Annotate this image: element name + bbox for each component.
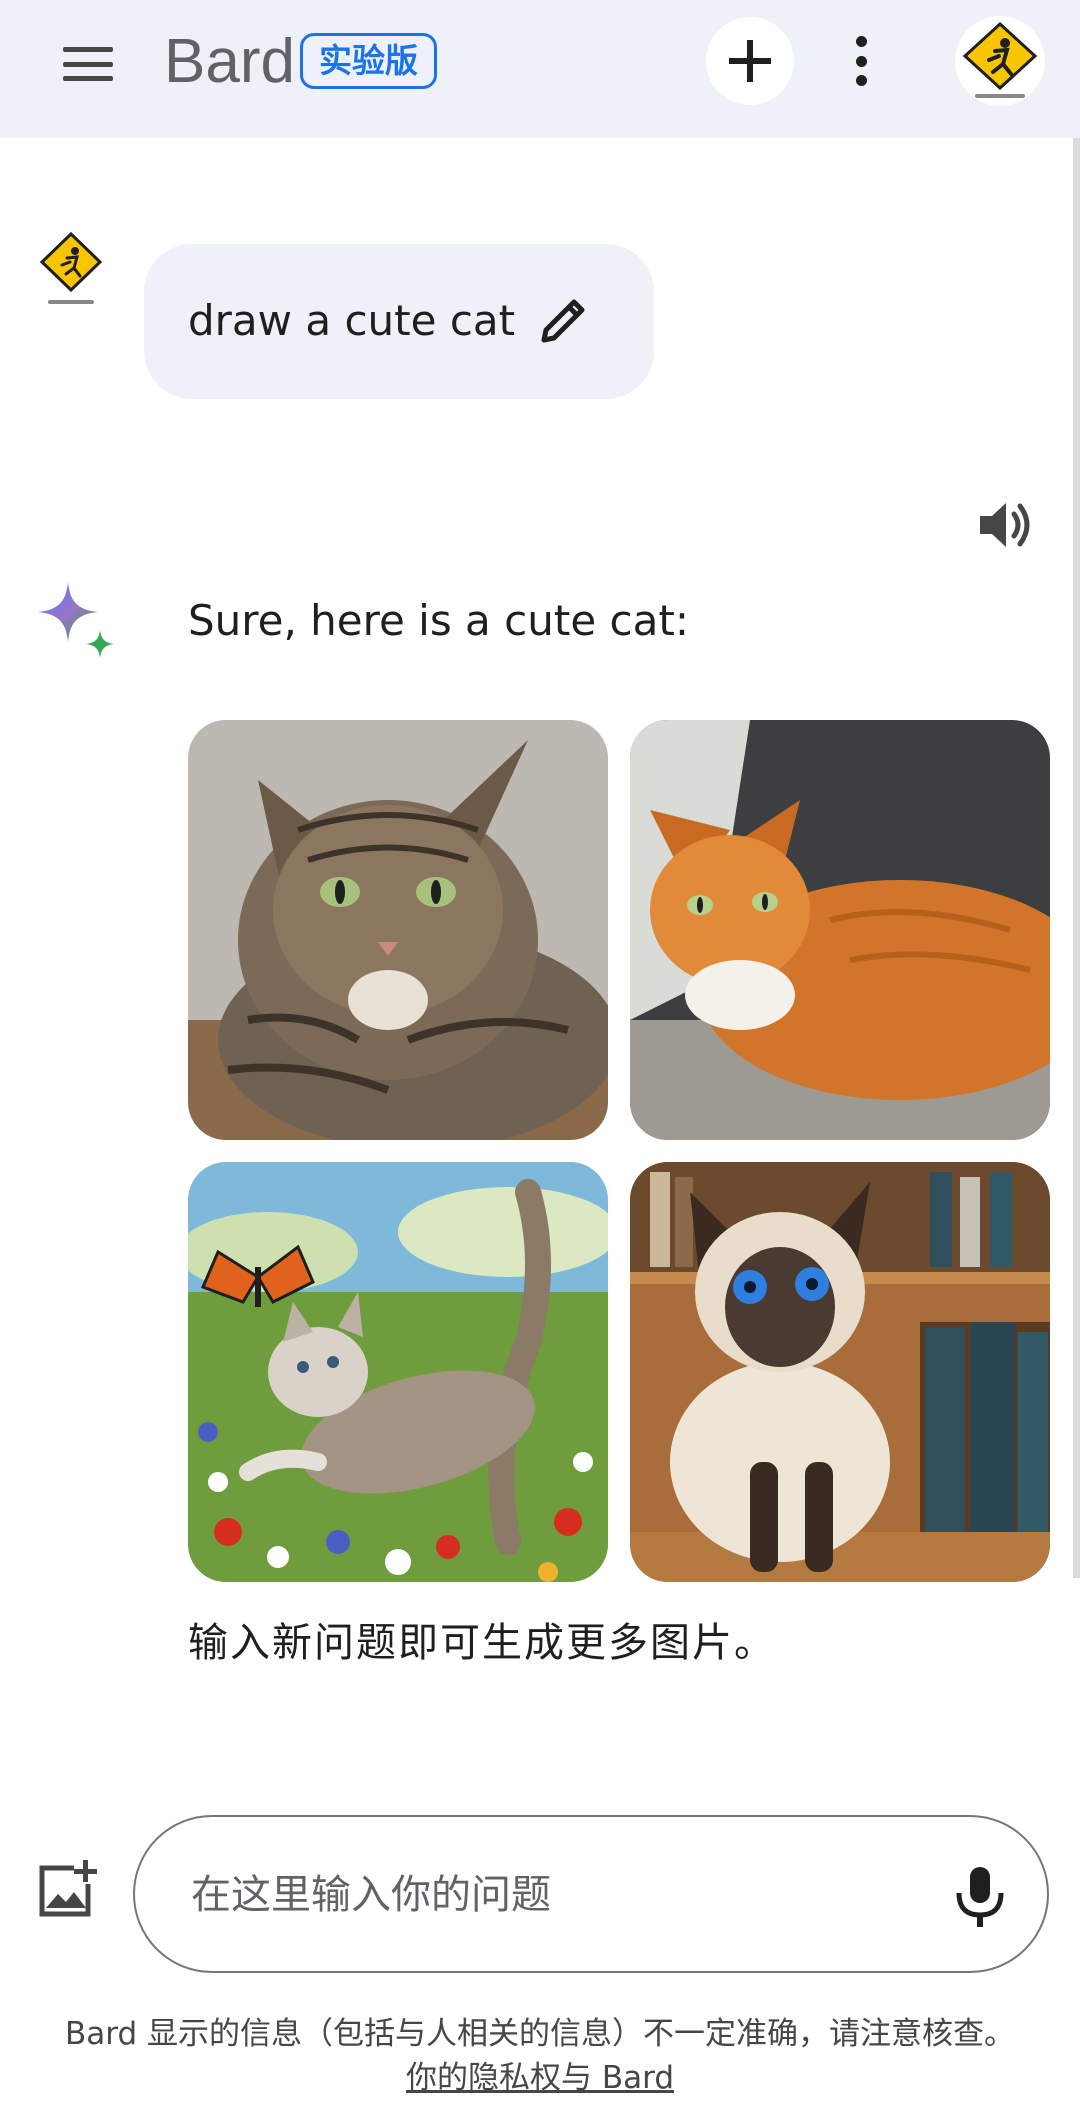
menu-button[interactable] bbox=[52, 28, 124, 100]
disclaimer-text: Bard 显示的信息（包括与人相关的信息）不一定准确，请注意核查。 bbox=[65, 2016, 1015, 2052]
followup-hint: 输入新问题即可生成更多图片。 bbox=[188, 1620, 776, 1666]
generated-image-painted-kitten[interactable] bbox=[188, 1162, 608, 1582]
read-aloud-button[interactable] bbox=[974, 494, 1036, 556]
account-avatar[interactable] bbox=[955, 16, 1045, 106]
prompt-input[interactable] bbox=[191, 1857, 871, 1933]
avatar-logo-icon bbox=[962, 21, 1038, 98]
top-app-bar: Bard 实验版 bbox=[0, 0, 1080, 138]
hamburger-menu-icon bbox=[63, 47, 113, 81]
generated-image-siamese-cat[interactable] bbox=[630, 1162, 1050, 1582]
prompt-input-container bbox=[133, 1815, 1049, 1973]
plus-icon bbox=[729, 40, 771, 82]
add-photo-icon bbox=[39, 1860, 97, 1917]
more-vert-icon bbox=[855, 36, 867, 47]
user-avatar bbox=[36, 230, 106, 310]
response-text: Sure, here is a cute cat: bbox=[188, 596, 689, 645]
add-image-button[interactable] bbox=[34, 1858, 100, 1924]
more-options-button[interactable] bbox=[836, 30, 886, 92]
edit-prompt-button[interactable] bbox=[534, 290, 594, 350]
app-title: Bard bbox=[164, 27, 295, 96]
generated-image-tabby-cat[interactable] bbox=[188, 720, 608, 1140]
scrollbar[interactable] bbox=[1073, 138, 1080, 1578]
volume-up-icon bbox=[980, 503, 1030, 547]
user-prompt-text: draw a cute cat bbox=[188, 296, 516, 345]
user-prompt-bubble: draw a cute cat bbox=[144, 244, 654, 399]
privacy-link[interactable]: 你的隐私权与 Bard bbox=[406, 2060, 674, 2096]
generated-image-orange-cat[interactable] bbox=[630, 720, 1050, 1140]
experiment-badge: 实验版 bbox=[300, 33, 437, 89]
mic-icon bbox=[956, 1867, 1004, 1927]
sparkle-icon bbox=[36, 580, 120, 664]
pencil-icon bbox=[541, 299, 585, 343]
voice-input-button[interactable] bbox=[945, 1861, 1015, 1931]
new-chat-button[interactable] bbox=[706, 17, 794, 105]
